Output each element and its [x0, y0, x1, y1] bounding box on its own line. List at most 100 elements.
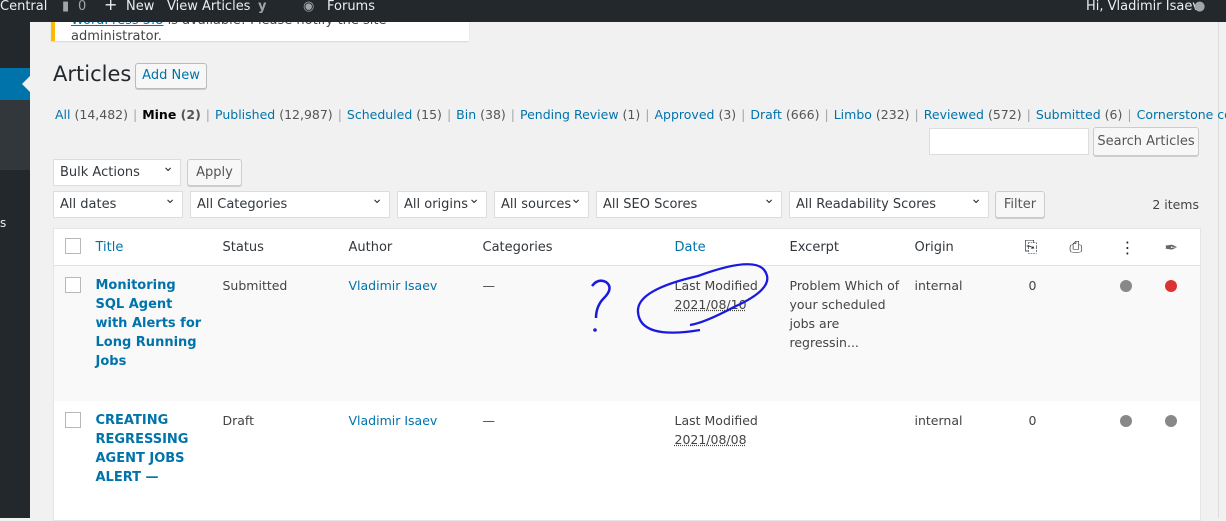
article-title-link[interactable]: Monitoring SQL Agent with Alerts for Lon… [96, 276, 206, 371]
origins-filter-select[interactable]: All origins [397, 187, 487, 218]
view-label: Reviewed [923, 107, 984, 122]
view-count: (572) [987, 107, 1022, 122]
view-mine[interactable]: Mine (2) [142, 107, 201, 122]
yoast-icon[interactable]: y [258, 0, 266, 14]
separator: | [914, 107, 919, 122]
avatar[interactable]: ● [1194, 0, 1205, 14]
categories: — [482, 412, 496, 428]
excerpt: Problem Which of your scheduled jobs are… [789, 265, 915, 401]
view-published[interactable]: Published (12,987) [215, 107, 333, 122]
view-label: Mine [142, 107, 177, 122]
readability-score-dot [1164, 414, 1177, 427]
seo-score-icon[interactable]: ⋮ [1119, 228, 1165, 266]
view-count: (3) [718, 107, 737, 122]
site-name-link[interactable]: Central [0, 0, 47, 14]
separator: | [1127, 107, 1132, 122]
view-label: Bin [456, 107, 477, 122]
table-row: CREATING REGRESSING AGENT JOBS ALERT — D… [54, 401, 1201, 521]
handwritten-annotation: ? [591, 263, 769, 334]
view-count: (15) [416, 107, 442, 122]
forums-link[interactable]: Forums [327, 0, 375, 14]
view-label: Pending Review [520, 107, 619, 122]
origin: internal [914, 412, 963, 428]
column-title[interactable]: Title [96, 240, 124, 255]
account-greeting[interactable]: Hi, Vladimir Isaev [1086, 0, 1200, 14]
page-title: Articles [53, 62, 132, 86]
column-origin: Origin [914, 228, 1025, 266]
links-count: 0 [1028, 412, 1037, 428]
admin-sidebar: s [0, 22, 30, 518]
view-reviewed[interactable]: Reviewed (572) [924, 107, 1022, 122]
view-draft[interactable]: Draft (666) [750, 107, 819, 122]
seo-score-dot [1119, 414, 1132, 427]
view-cornerstone-content[interactable]: Cornerstone content (0) [1137, 107, 1226, 122]
view-count: (38) [480, 107, 506, 122]
view-count: (232) [875, 107, 910, 122]
seo-filter-select[interactable]: All SEO Scores [596, 187, 782, 218]
separator: | [337, 107, 342, 122]
apply-button[interactable]: Apply [187, 159, 242, 186]
readability-score-dot [1164, 280, 1177, 292]
readability-feather-icon[interactable]: ✒ [1164, 228, 1201, 266]
separator: | [741, 107, 746, 122]
separator: | [132, 107, 138, 122]
scrollbar[interactable] [1218, 22, 1226, 518]
view-approved[interactable]: Approved (3) [654, 107, 736, 122]
separator: | [1026, 107, 1031, 122]
comments-count[interactable]: 0 [78, 0, 86, 14]
bulk-actions-select[interactable]: Bulk Actions [53, 155, 181, 186]
separator: | [205, 107, 211, 122]
view-label: Draft [750, 107, 782, 122]
sources-filter-select[interactable]: All sources [494, 187, 589, 218]
separator: | [510, 107, 516, 122]
row-checkbox[interactable] [65, 277, 81, 293]
sidebar-item-articles[interactable] [0, 68, 30, 100]
search-articles-button[interactable]: Search Articles [1093, 127, 1199, 156]
status: Submitted [222, 265, 349, 401]
dates-filter-select[interactable]: All dates [53, 187, 183, 218]
sidebar-item-label[interactable]: s [0, 216, 6, 230]
filter-button[interactable]: Filter [995, 191, 1045, 218]
plus-icon[interactable]: + [104, 0, 117, 13]
view-bin[interactable]: Bin (38) [456, 107, 506, 122]
view-label: Limbo [833, 107, 872, 122]
article-title-link[interactable]: CREATING REGRESSING AGENT JOBS ALERT — [96, 411, 206, 487]
admin-bar: Central ▮ 0 + New View Articles y ◉ Foru… [0, 0, 1226, 22]
links-count: 0 [1024, 265, 1070, 401]
author-link[interactable]: Vladimir Isaev [349, 278, 438, 293]
view-label: Submitted [1035, 107, 1101, 122]
readability-filter-select[interactable]: All Readability Scores [789, 187, 989, 218]
row-checkbox[interactable] [65, 411, 81, 428]
view-submitted[interactable]: Submitted (6) [1036, 107, 1123, 122]
view-scheduled[interactable]: Scheduled (15) [347, 107, 442, 122]
separator: | [824, 107, 829, 122]
search-input[interactable] [929, 128, 1089, 155]
yoast-links-out-icon[interactable]: ⎘ [1024, 228, 1070, 266]
author-link[interactable]: Vladimir Isaev [349, 413, 438, 428]
sidebar-submenu[interactable] [0, 100, 30, 170]
add-new-button[interactable]: Add New [135, 63, 207, 89]
select-all-checkbox[interactable] [65, 237, 81, 254]
new-link[interactable]: New [126, 0, 154, 14]
view-count: (6) [1104, 107, 1123, 122]
categories-filter-select[interactable]: All Categories [190, 187, 390, 218]
view-label: Cornerstone content [1136, 107, 1226, 122]
view-pending-review[interactable]: Pending Review (1) [520, 107, 640, 122]
view-label: Approved [654, 107, 715, 122]
comments-icon[interactable]: ▮ [62, 0, 69, 14]
yoast-links-in-icon[interactable]: ⎙ [1069, 228, 1120, 266]
items-count: 2 items [1152, 197, 1199, 212]
origin: internal [914, 265, 1025, 401]
date-value: 2021/08/08 [674, 431, 747, 447]
view-count: (1) [622, 107, 641, 122]
view-all[interactable]: All (14,482) [55, 107, 128, 122]
date-label: Last Modified [674, 412, 758, 428]
view-label: All [55, 107, 71, 122]
view-count: (2) [180, 107, 201, 122]
view-articles-link[interactable]: View Articles [167, 0, 250, 14]
view-filters: All (14,482) | Mine (2) | Published (12,987)… [55, 107, 1226, 122]
view-limbo[interactable]: Limbo (232) [834, 107, 910, 122]
view-count: (12,987) [279, 107, 333, 122]
wordpress-icon[interactable]: ◉ [303, 0, 314, 14]
column-author: Author [348, 228, 483, 266]
